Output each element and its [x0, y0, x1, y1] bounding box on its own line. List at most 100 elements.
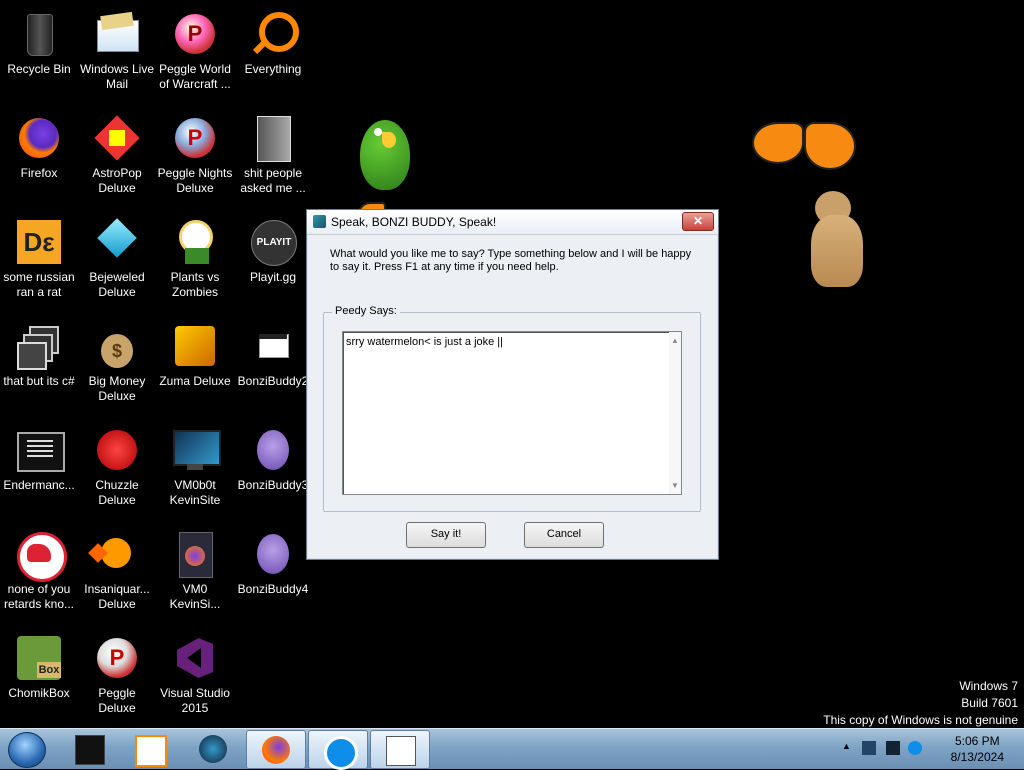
- desktop-icon-big-money[interactable]: $ Big Money Deluxe: [78, 316, 156, 416]
- desktop-icon-none-of-you[interactable]: none of you retards kno...: [0, 524, 78, 624]
- dialog-prompt: What would you like me to say? Type some…: [330, 248, 692, 273]
- plant-icon: [171, 218, 219, 266]
- mail-icon: [93, 10, 141, 58]
- peggle-icon: P: [171, 114, 219, 162]
- astropop-icon: [93, 114, 141, 162]
- taskbar-item-window[interactable]: [370, 730, 430, 769]
- dino-icon: [15, 530, 67, 582]
- clock[interactable]: 5:06 PM 8/13/2024: [951, 733, 1004, 765]
- cancel-button[interactable]: Cancel: [524, 522, 604, 548]
- teamviewer-tray-icon[interactable]: [908, 741, 922, 755]
- taskbar-item-firefox[interactable]: [246, 730, 306, 769]
- desktop-icon-visual-studio[interactable]: Visual Studio 2015: [156, 628, 234, 728]
- desktop-icon-chuzzle[interactable]: Chuzzle Deluxe: [78, 420, 156, 520]
- desktop-icon-label: Zuma Deluxe: [159, 374, 231, 388]
- desktop-icon-bonzibuddy3[interactable]: BonziBuddy3: [234, 420, 312, 520]
- clock-time: 5:06 PM: [954, 734, 1000, 748]
- desktop-icon-label: Peggle World of Warcraft ...: [159, 62, 231, 91]
- desktop-icon-label: Chuzzle Deluxe: [95, 478, 139, 507]
- desktop-icon-recycle-bin[interactable]: Recycle Bin: [0, 4, 78, 104]
- recycle-bin-icon: [15, 10, 63, 58]
- desktop-icon-plants-vs-zombies[interactable]: Plants vs Zombies: [156, 212, 234, 312]
- taskbar-item-media-player[interactable]: [120, 730, 178, 767]
- taskbar: ▲ 5:06 PM 8/13/2024: [0, 728, 1024, 770]
- desktop-icon-label: Peggle Deluxe: [98, 686, 136, 715]
- desktop-icon-label: Insaniquar... Deluxe: [84, 582, 150, 611]
- desktop-icon-label: Big Money Deluxe: [88, 374, 146, 403]
- bonzi-icon: [249, 426, 297, 474]
- desktop-icon-label: AstroPop Deluxe: [92, 166, 142, 195]
- taskbar-item-teamviewer[interactable]: [308, 730, 368, 770]
- chomikbox-icon: Box: [15, 634, 63, 682]
- hamster-agent: [805, 185, 877, 295]
- desktop-icon-label: VM0 KevinSi...: [169, 582, 221, 611]
- desktop-icon-zuma[interactable]: Zuma Deluxe: [156, 316, 234, 416]
- desktop-icon-peggle-deluxe[interactable]: P Peggle Deluxe: [78, 628, 156, 728]
- desktop-icon-chomikbox[interactable]: Box ChomikBox: [0, 628, 78, 728]
- speech-text-input[interactable]: srry watermelon< is just a joke || ▲ ▼: [342, 331, 682, 495]
- de-icon: Dε: [15, 218, 63, 266]
- watermark-os: Windows 7: [959, 679, 1018, 693]
- firefox-icon: [262, 736, 290, 764]
- speak-dialog: Speak, BONZI BUDDY, Speak! ✕ What would …: [306, 209, 719, 560]
- scroll-up-icon[interactable]: ▲: [671, 336, 679, 345]
- peedy-parrot-agent[interactable]: [352, 112, 420, 202]
- desktop-icon-firefox[interactable]: Firefox: [0, 108, 78, 208]
- media-player-icon: [135, 735, 167, 767]
- desktop-icon-that-but-its-cs[interactable]: that but its c#: [0, 316, 78, 416]
- firefox-doc-icon: [171, 530, 219, 578]
- taskbar-item-globe[interactable]: [184, 730, 242, 767]
- desktop-icon-label: Visual Studio 2015: [160, 686, 230, 715]
- desktop-icon-shit-people[interactable]: shit people asked me ...: [234, 108, 312, 208]
- desktop-icon-label: some russian ran a rat: [3, 270, 75, 299]
- monitor-tray-icon[interactable]: [886, 741, 900, 755]
- desktop-icon-label: Endermanc...: [3, 478, 75, 492]
- group-label: Peedy Says:: [332, 305, 400, 317]
- desktop-icon-windows-live-mail[interactable]: Windows Live Mail: [78, 4, 156, 104]
- clock-date: 8/13/2024: [950, 750, 1004, 764]
- monitor-icon: [171, 426, 221, 474]
- desktop-icon-bonzibuddy2[interactable]: BonziBuddy2: [234, 316, 312, 416]
- desktop-icon-endermanch[interactable]: Endermanc...: [0, 420, 78, 520]
- desktop-icon-bejeweled[interactable]: Bejeweled Deluxe: [78, 212, 156, 312]
- desktop-icon-astropop[interactable]: AstroPop Deluxe: [78, 108, 156, 208]
- desktop-icon-bonzibuddy4[interactable]: BonziBuddy4: [234, 524, 312, 624]
- textarea-scrollbar[interactable]: ▲ ▼: [669, 332, 681, 494]
- desktop-icon-label: Playit.gg: [249, 270, 297, 284]
- show-hidden-icons-icon[interactable]: ▲: [842, 741, 856, 755]
- dialog-titlebar[interactable]: Speak, BONZI BUDDY, Speak! ✕: [307, 210, 718, 235]
- network-icon[interactable]: [862, 741, 876, 755]
- gem-icon: [93, 218, 141, 266]
- bonzi-icon: [249, 530, 297, 578]
- desktop-icon-label: Firefox: [20, 166, 58, 180]
- desktop-icon-vm0-kevinsite[interactable]: VM0 KevinSi...: [156, 524, 234, 624]
- desktop-icon-peggle-wow[interactable]: P Peggle World of Warcraft ...: [156, 4, 234, 104]
- black-box-icon: [75, 735, 105, 765]
- say-it-button[interactable]: Say it!: [406, 522, 486, 548]
- taskbar-item-black-box[interactable]: [60, 730, 118, 767]
- start-button[interactable]: [8, 732, 46, 768]
- close-button[interactable]: ✕: [682, 212, 714, 231]
- desktop-icon-some-russian[interactable]: Dε some russian ran a rat: [0, 212, 78, 312]
- system-tray: ▲ 5:06 PM 8/13/2024: [834, 729, 1024, 769]
- money-bag-icon: $: [93, 322, 141, 370]
- desktop-icon-insaniquarium[interactable]: Insaniquar... Deluxe: [78, 524, 156, 624]
- windows-stack-icon: [15, 322, 63, 370]
- visual-studio-icon: [171, 634, 219, 682]
- desktop-icon-label: VM0b0t KevinSite: [169, 478, 221, 507]
- desktop-icon-playit[interactable]: PLAYIT Playit.gg: [234, 212, 312, 312]
- peedy-says-group: Peedy Says: srry watermelon< is just a j…: [323, 305, 701, 512]
- scroll-down-icon[interactable]: ▼: [671, 481, 679, 490]
- desktop-icon-label: BonziBuddy2: [237, 374, 309, 388]
- fish-icon: [88, 530, 141, 578]
- desktop-icon-peggle-nights[interactable]: P Peggle Nights Deluxe: [156, 108, 234, 208]
- desktop-icon-everything[interactable]: Everything: [234, 4, 312, 104]
- window-icon: [386, 736, 416, 766]
- desktop-icon-vm0b0t[interactable]: VM0b0t KevinSite: [156, 420, 234, 520]
- dialog-title: Speak, BONZI BUDDY, Speak!: [331, 215, 497, 229]
- desktop-icon-label: Everything: [244, 62, 302, 76]
- desktop-icon-label: that but its c#: [3, 374, 75, 388]
- teamviewer-icon: [324, 736, 358, 770]
- desktop-icon-label: ChomikBox: [8, 686, 70, 700]
- peggle-icon: P: [171, 10, 219, 58]
